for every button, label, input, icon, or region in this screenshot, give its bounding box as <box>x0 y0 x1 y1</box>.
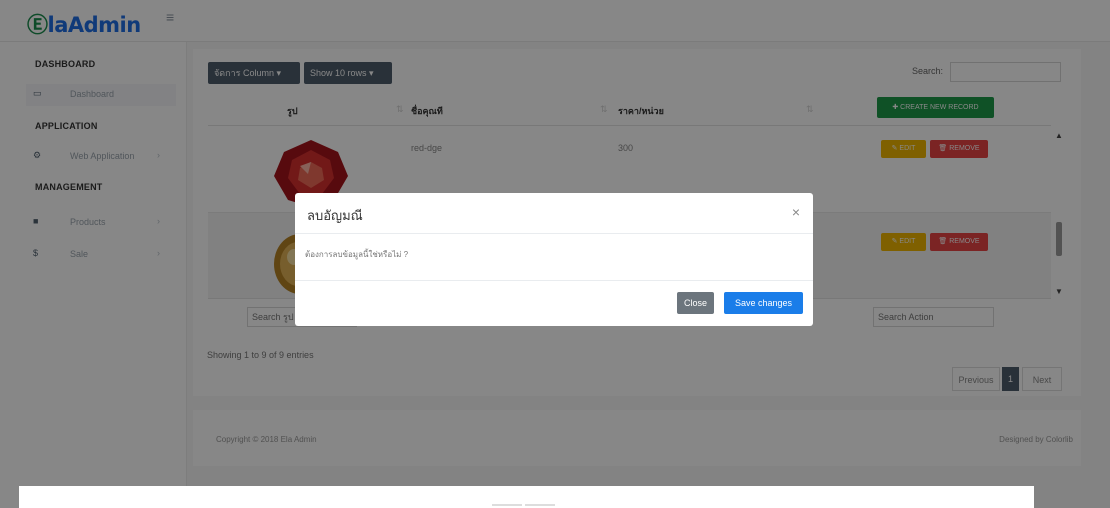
modal-title: ลบอัญมณี <box>307 208 363 223</box>
divider <box>525 504 555 506</box>
close-button[interactable]: Close <box>677 292 714 314</box>
modal-body-text: ต้องการลบข้อมูลนี้ใช่หรือไม่ ? <box>305 250 409 259</box>
app-root: ⒺlaAdmin ≡ DASHBOARD ▭ Dashboard APPLICA… <box>0 0 1110 508</box>
close-icon[interactable]: × <box>792 205 800 219</box>
delete-modal: ลบอัญมณี × ต้องการลบข้อมูลนี้ใช่หรือไม่ … <box>295 193 813 326</box>
save-changes-button[interactable]: Save changes <box>724 292 803 314</box>
bottom-white-panel <box>19 486 1034 508</box>
divider <box>492 504 522 506</box>
divider <box>295 233 813 234</box>
divider <box>295 280 813 281</box>
